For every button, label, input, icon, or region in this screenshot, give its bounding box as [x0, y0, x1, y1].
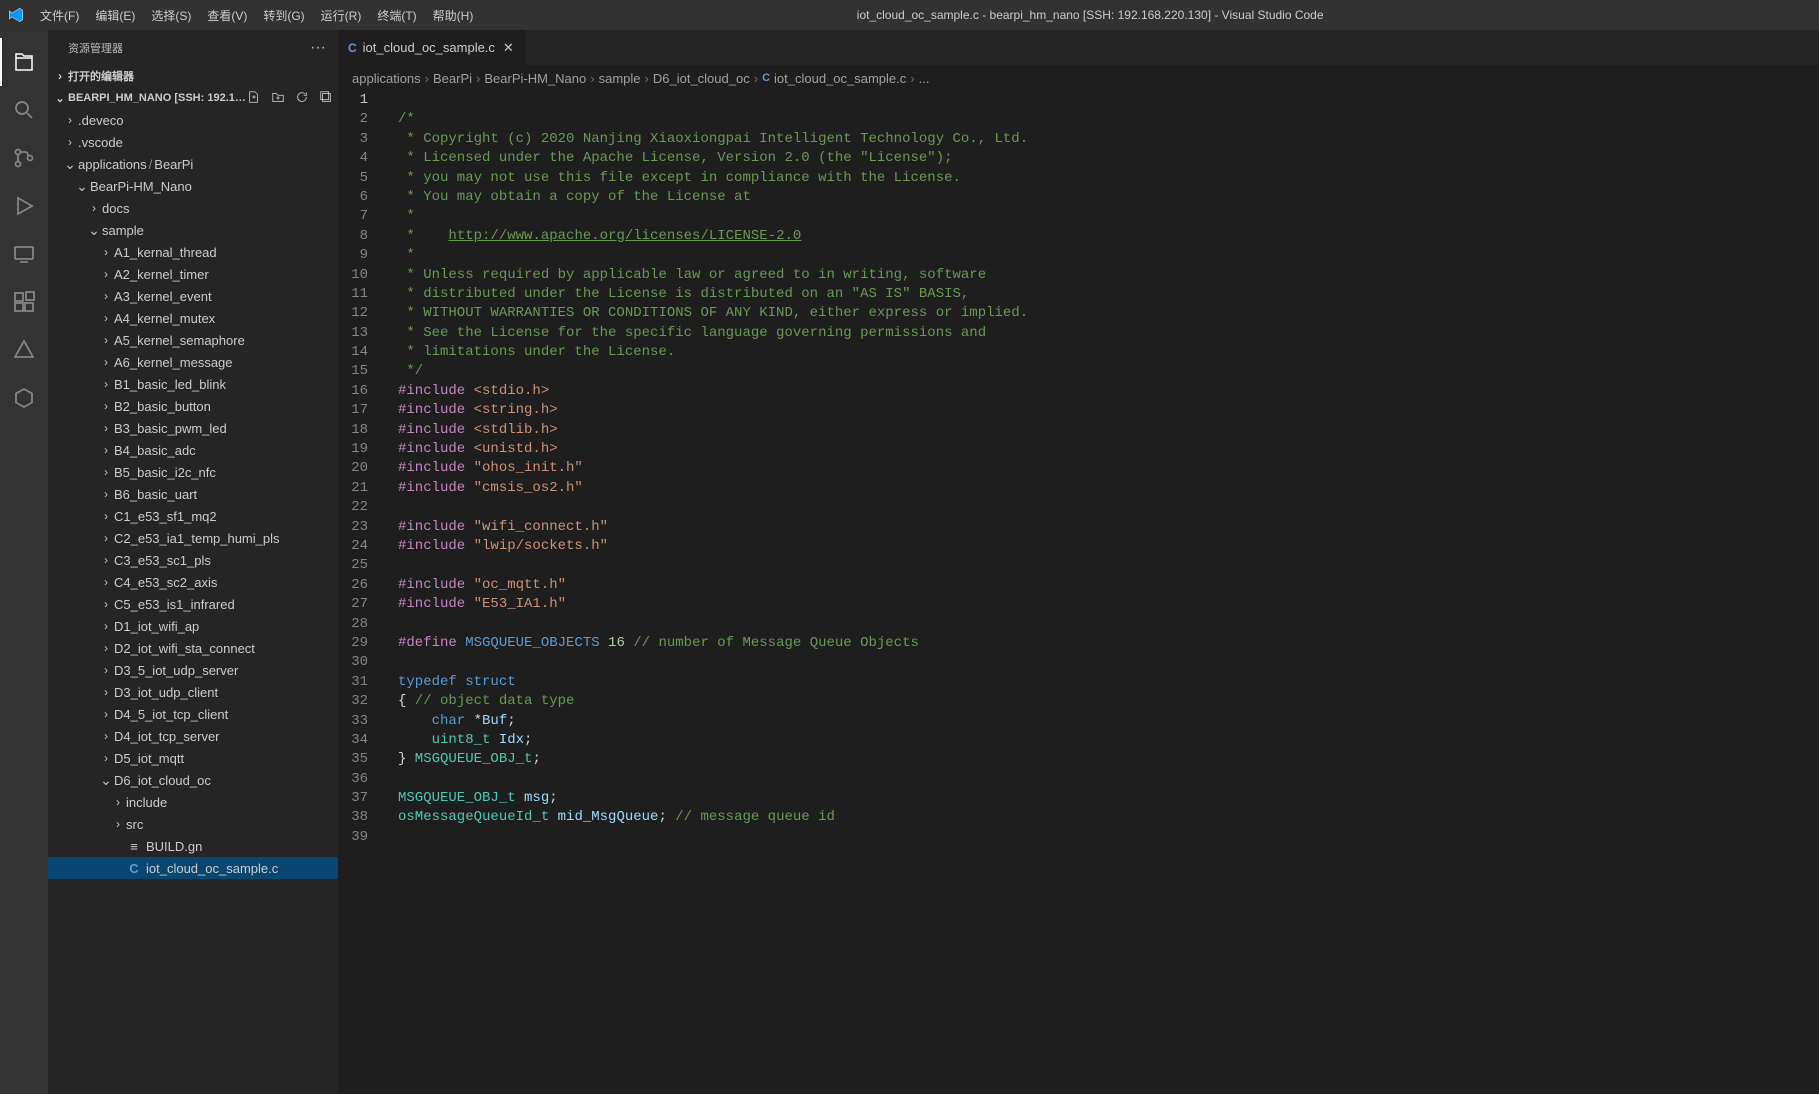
tree-folder-deveco[interactable]: .deveco	[48, 109, 338, 131]
tree-folder[interactable]: D4_5_iot_tcp_client	[48, 703, 338, 725]
line-gutter: 12345 678910 1112131415 1617181920 21222…	[338, 91, 388, 1094]
tree-folder[interactable]: D3_iot_udp_client	[48, 681, 338, 703]
editor-tab[interactable]: C iot_cloud_oc_sample.c ✕	[338, 30, 527, 65]
tree-folder-src[interactable]: src	[48, 813, 338, 835]
tree-folder-include[interactable]: include	[48, 791, 338, 813]
tree-folder[interactable]: C5_e53_is1_infrared	[48, 593, 338, 615]
tree-folder[interactable]: A1_kernal_thread	[48, 241, 338, 263]
menu-terminal[interactable]: 终端(T)	[369, 3, 424, 28]
tab-label: iot_cloud_oc_sample.c	[363, 40, 495, 55]
menu-go[interactable]: 转到(G)	[255, 3, 312, 28]
project-section[interactable]: ⌄ BEARPI_HM_NANO [SSH: 192.16...	[48, 87, 338, 109]
breadcrumb-item[interactable]: Ciot_cloud_oc_sample.c	[762, 71, 906, 86]
breadcrumb-item[interactable]: BearPi-HM_Nano	[484, 71, 586, 86]
tree-folder[interactable]: B1_basic_led_blink	[48, 373, 338, 395]
tree-folder[interactable]: A4_kernel_mutex	[48, 307, 338, 329]
editor-area: C iot_cloud_oc_sample.c ✕ applications› …	[338, 30, 1819, 1094]
code-content[interactable]: /* * Copyright (c) 2020 Nanjing Xiaoxion…	[388, 91, 1819, 1094]
tree-folder[interactable]: A5_kernel_semaphore	[48, 329, 338, 351]
open-editors-label: 打开的编辑器	[68, 68, 134, 84]
tree-folder-bearpihm[interactable]: BearPi-HM_Nano	[48, 175, 338, 197]
tree-folder[interactable]: C4_e53_sc2_axis	[48, 571, 338, 593]
menu-run[interactable]: 运行(R)	[313, 3, 370, 28]
title-bar: 文件(F) 编辑(E) 选择(S) 查看(V) 转到(G) 运行(R) 终端(T…	[0, 0, 1819, 30]
menu-view[interactable]: 查看(V)	[199, 3, 255, 28]
tree-folder[interactable]: D4_iot_tcp_server	[48, 725, 338, 747]
tree-folder[interactable]: B4_basic_adc	[48, 439, 338, 461]
menu-file[interactable]: 文件(F)	[32, 3, 87, 28]
code-editor[interactable]: 12345 678910 1112131415 1617181920 21222…	[338, 91, 1819, 1094]
new-file-icon[interactable]	[246, 90, 262, 107]
tree-folder[interactable]: B5_basic_i2c_nfc	[48, 461, 338, 483]
tree-folder-vscode[interactable]: .vscode	[48, 131, 338, 153]
source-control-icon[interactable]	[0, 134, 48, 182]
tree-folder-sample[interactable]: sample	[48, 219, 338, 241]
breadcrumb-item[interactable]: D6_iot_cloud_oc	[653, 71, 750, 86]
deveco-icon[interactable]	[0, 326, 48, 374]
remote-explorer-icon[interactable]	[0, 230, 48, 278]
tree-folder[interactable]: A2_kernel_timer	[48, 263, 338, 285]
search-icon[interactable]	[0, 86, 48, 134]
activity-bar	[0, 30, 48, 1094]
explorer-icon[interactable]	[0, 38, 48, 86]
c-file-icon: C	[348, 41, 357, 55]
tree-folder-applications[interactable]: applications/BearPi	[48, 153, 338, 175]
tree-folder-d6[interactable]: D6_iot_cloud_oc	[48, 769, 338, 791]
breadcrumb-item[interactable]: sample	[599, 71, 641, 86]
extensions-icon[interactable]	[0, 278, 48, 326]
tree-folder[interactable]: B6_basic_uart	[48, 483, 338, 505]
tree-folder[interactable]: B3_basic_pwm_led	[48, 417, 338, 439]
tree-folder[interactable]: A6_kernel_message	[48, 351, 338, 373]
menu-bar: 文件(F) 编辑(E) 选择(S) 查看(V) 转到(G) 运行(R) 终端(T…	[32, 3, 481, 28]
sidebar-title: 资源管理器	[68, 40, 123, 56]
close-icon[interactable]: ✕	[501, 40, 516, 56]
file-tree: .deveco .vscode applications/BearPi Bear…	[48, 109, 338, 1094]
menu-selection[interactable]: 选择(S)	[143, 3, 199, 28]
sidebar: 资源管理器 ··· › 打开的编辑器 ⌄ BEARPI_HM_NANO [SSH…	[48, 30, 338, 1094]
tabs-bar: C iot_cloud_oc_sample.c ✕	[338, 30, 1819, 65]
refresh-icon[interactable]	[294, 90, 310, 107]
tree-folder-docs[interactable]: docs	[48, 197, 338, 219]
tree-folder[interactable]: B2_basic_button	[48, 395, 338, 417]
breadcrumbs[interactable]: applications› BearPi› BearPi-HM_Nano› sa…	[338, 65, 1819, 91]
window-title: iot_cloud_oc_sample.c - bearpi_hm_nano […	[481, 8, 1699, 22]
breadcrumb-item[interactable]: BearPi	[433, 71, 472, 86]
collapse-all-icon[interactable]	[318, 90, 334, 107]
tree-folder[interactable]: D2_iot_wifi_sta_connect	[48, 637, 338, 659]
tree-folder[interactable]: D5_iot_mqtt	[48, 747, 338, 769]
tree-folder[interactable]: D3_5_iot_udp_server	[48, 659, 338, 681]
tree-file-sample[interactable]: Ciot_cloud_oc_sample.c	[48, 857, 338, 879]
vscode-logo-icon	[8, 7, 24, 23]
menu-edit[interactable]: 编辑(E)	[87, 3, 143, 28]
breadcrumb-item[interactable]: applications	[352, 71, 421, 86]
tree-folder[interactable]: C1_e53_sf1_mq2	[48, 505, 338, 527]
project-name: BEARPI_HM_NANO [SSH: 192.16...	[68, 92, 246, 104]
tree-file-buildgn[interactable]: ≡BUILD.gn	[48, 835, 338, 857]
open-editors-section[interactable]: › 打开的编辑器	[48, 65, 338, 87]
tree-folder[interactable]: A3_kernel_event	[48, 285, 338, 307]
hexagon-icon[interactable]	[0, 374, 48, 422]
run-debug-icon[interactable]	[0, 182, 48, 230]
tree-folder[interactable]: D1_iot_wifi_ap	[48, 615, 338, 637]
menu-help[interactable]: 帮助(H)	[425, 3, 482, 28]
breadcrumb-more[interactable]: ...	[919, 71, 930, 86]
new-folder-icon[interactable]	[270, 90, 286, 107]
tree-folder[interactable]: C2_e53_ia1_temp_humi_pls	[48, 527, 338, 549]
more-actions-icon[interactable]: ···	[310, 39, 326, 57]
tree-folder[interactable]: C3_e53_sc1_pls	[48, 549, 338, 571]
